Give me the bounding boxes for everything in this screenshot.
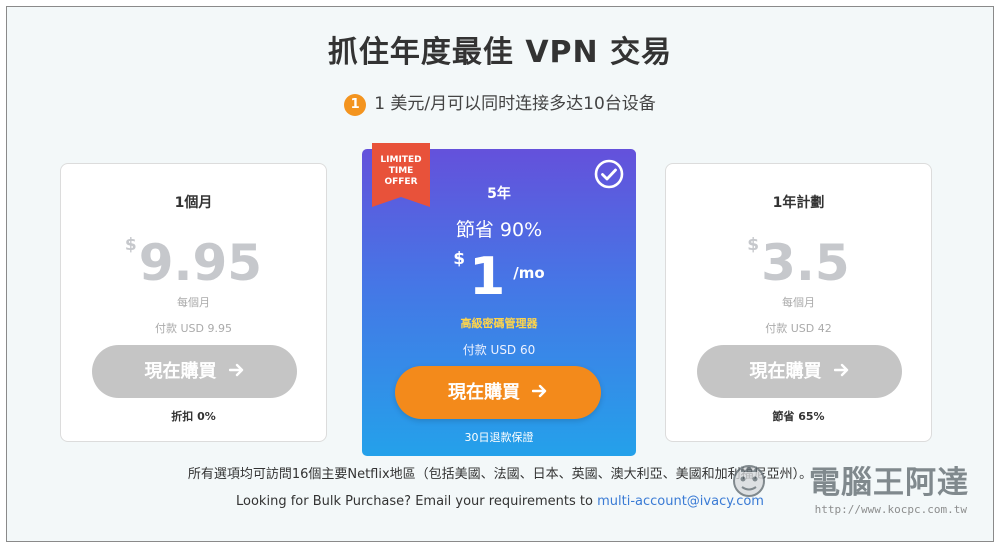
price-unit: /mo [513,264,545,282]
savings-label: 節省 90% [455,219,543,241]
payment-total: 付款 USD 42 [765,322,832,335]
currency-symbol: $ [124,235,137,255]
plan-price: $9.95 [61,234,326,292]
plan-card-1-year: 1年計劃 $3.5 每個月 付款 USD 42 現在購買 節省 65% [665,163,932,442]
arrow-right-icon [228,345,245,398]
buy-button-label: 現在購買 [448,382,520,402]
plan-price: $3.5 [666,234,931,292]
watermark-url: http://www.kocpc.com.tw [814,503,967,516]
currency-symbol: $ [747,235,760,255]
plan-name: 5年 [487,186,511,202]
price-period: 每個月 [177,296,210,309]
page-title: 抓住年度最佳 VPN 交易 [327,35,673,70]
arrow-right-icon [531,366,548,419]
plan-name: 1年計劃 [772,195,825,211]
plan-card-1-month: 1個月 $9.95 每個月 付款 USD 9.95 現在購買 折扣 0% [60,163,327,442]
price-value: 9.95 [138,234,263,292]
money-back-guarantee: 30日退款保證 [464,431,534,444]
watermark-title: 電腦王阿達 [809,465,969,501]
buy-now-button-1-year[interactable]: 現在購買 [697,345,902,398]
buy-button-label: 現在購買 [749,361,822,381]
payment-total: 付款 USD 60 [462,343,536,357]
step-badge: 1 [344,94,367,116]
savings-note: 節省 65% [772,410,825,423]
buy-now-button-5-year[interactable]: 現在購買 [395,366,601,419]
buy-button-label: 現在購買 [144,361,217,381]
plan-card-5-year: LIMITED TIME OFFER 5年 節省 90% $1/mo 高級密碼管… [362,143,636,456]
price-period: 每個月 [782,296,815,309]
plan-price: $1/mo [362,247,636,307]
currency-symbol: $ [453,249,466,269]
site-watermark: 電腦王阿達 http://www.kocpc.com.tw [729,453,969,527]
subtitle-text: 1 美元/月可以同时连接多达10台设备 [374,94,656,114]
bulk-purchase-text: Looking for Bulk Purchase? Email your re… [236,494,593,509]
mascot-icon [729,459,769,499]
page-frame: 抓住年度最佳 VPN 交易 1 1 美元/月可以同时连接多达10台设备 1個月 $… [6,6,994,542]
price-value: 1 [469,247,506,307]
bonus-feature: 高級密碼管理器 [460,317,538,330]
payment-total: 付款 USD 9.95 [155,322,232,335]
subtitle: 1 1 美元/月可以同时连接多达10台设备 [7,89,993,116]
arrow-right-icon [833,345,850,398]
discount-note: 折扣 0% [171,410,216,423]
buy-now-button-1-month[interactable]: 現在購買 [92,345,297,398]
plan-name: 1個月 [174,195,213,211]
price-value: 3.5 [761,234,850,292]
